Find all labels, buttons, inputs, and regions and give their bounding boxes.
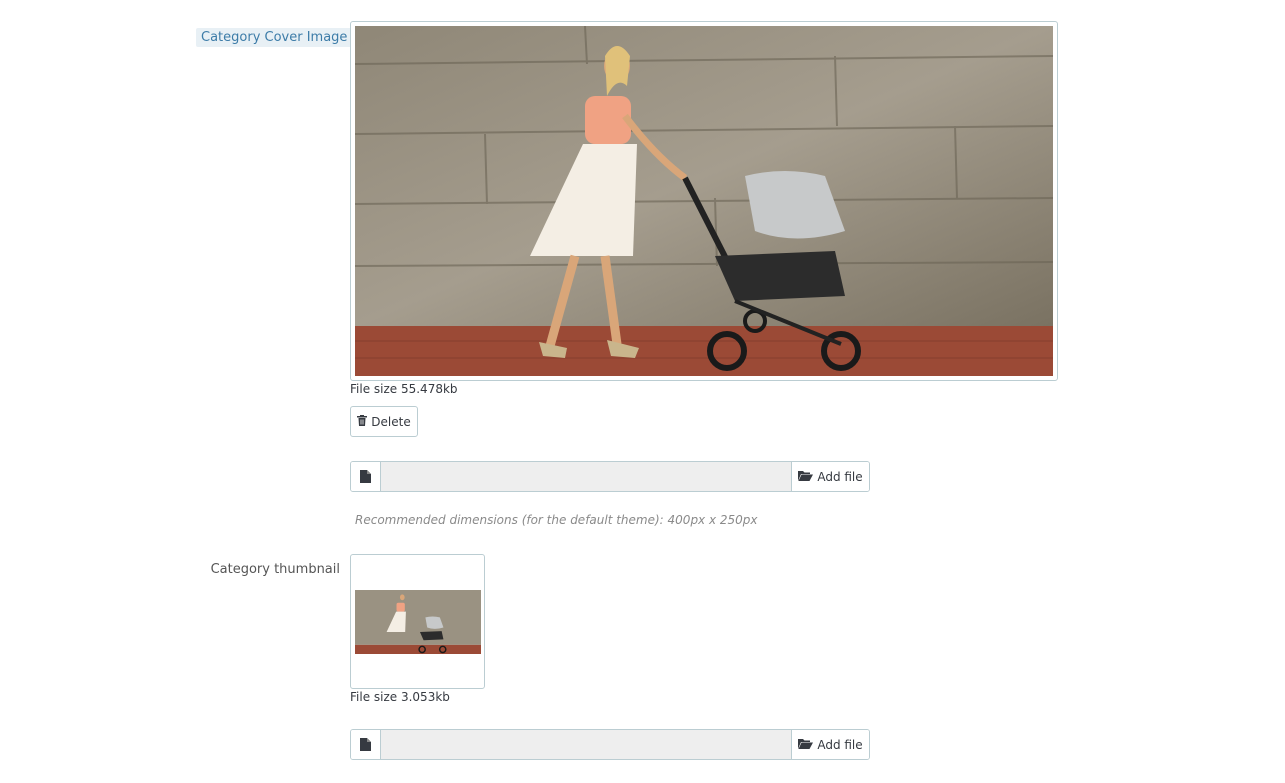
delete-button[interactable]: Delete [350, 406, 418, 437]
thumbnail-label: Category thumbnail [210, 562, 340, 577]
thumbnail-add-file-button[interactable]: Add file [791, 730, 869, 759]
folder-open-icon [798, 470, 814, 484]
thumbnail-photo [355, 590, 481, 654]
cover-add-file-button[interactable]: Add file [791, 462, 869, 491]
folder-open-icon [798, 738, 814, 752]
file-icon [351, 462, 381, 491]
trash-icon [357, 414, 368, 429]
file-icon [351, 730, 381, 759]
add-file-label: Add file [817, 469, 863, 484]
thumbnail-file-upload: Add file [350, 729, 870, 760]
thumbnail-file-input[interactable] [381, 730, 791, 759]
cover-image-label: Category Cover Image [196, 28, 353, 47]
thumbnail-preview [350, 554, 485, 689]
thumbnail-file-size: File size 3.053kb [350, 690, 450, 704]
delete-button-label: Delete [371, 414, 411, 429]
cover-image-preview [350, 21, 1058, 381]
add-file-label: Add file [817, 737, 863, 752]
cover-file-size: File size 55.478kb [350, 382, 458, 396]
cover-file-input[interactable] [381, 462, 791, 491]
cover-image-photo [355, 26, 1053, 376]
cover-file-upload: Add file [350, 461, 870, 492]
recommended-dimensions-hint: Recommended dimensions (for the default … [355, 513, 758, 527]
